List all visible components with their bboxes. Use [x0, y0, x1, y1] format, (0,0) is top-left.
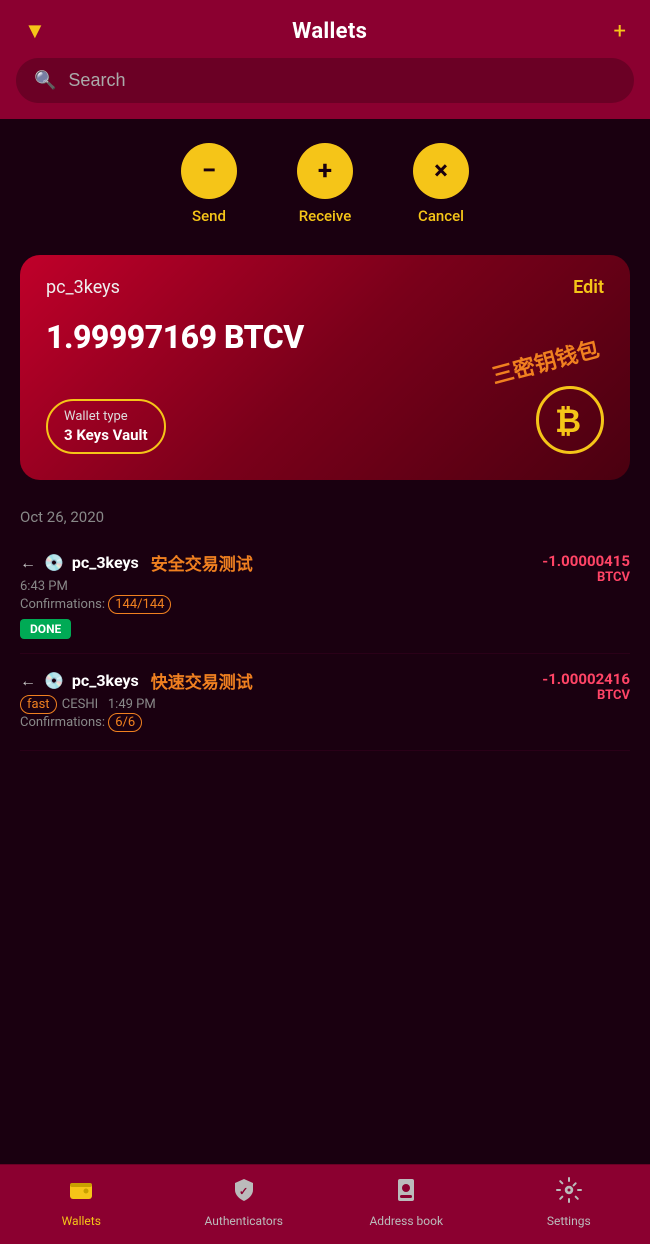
- nav-item-address-book[interactable]: Address book: [366, 1177, 446, 1228]
- card-wallet-name: pc_3keys: [46, 277, 120, 298]
- tx-wallet-name: pc_3keys: [72, 553, 139, 572]
- card-type-box: Wallet type 3 Keys Vault: [46, 399, 166, 454]
- cancel-button[interactable]: × Cancel: [413, 143, 469, 225]
- tx-amount-section-2: -1.00002416 BTCV: [542, 668, 630, 703]
- wallet-icon: 💿: [44, 671, 64, 690]
- edit-wallet-button[interactable]: Edit: [573, 277, 604, 298]
- tx-currency-1: BTCV: [542, 570, 630, 585]
- search-icon: 🔍: [34, 70, 56, 91]
- card-balance: 1.99997169 BTCV: [46, 318, 604, 356]
- tx-currency-2: BTCV: [542, 688, 630, 703]
- receive-label: Receive: [299, 207, 352, 225]
- send-button[interactable]: − Send: [181, 143, 237, 225]
- tx-annotation-cn-1: 安全交易测试: [151, 550, 253, 575]
- tx-confirmations-1: Confirmations: 144/144: [20, 597, 542, 612]
- search-input[interactable]: [68, 70, 616, 91]
- nav-item-wallets[interactable]: Wallets: [41, 1177, 121, 1228]
- actions-row: − Send + Receive × Cancel: [0, 119, 650, 245]
- tx-direction-icon: ←: [20, 671, 36, 691]
- svg-text:✓: ✓: [239, 1185, 248, 1198]
- card-type-value: 3 Keys Vault: [64, 426, 148, 444]
- send-icon-circle: −: [181, 143, 237, 199]
- add-icon[interactable]: +: [614, 19, 626, 44]
- receive-icon-circle: +: [297, 143, 353, 199]
- cancel-label: Cancel: [418, 207, 464, 225]
- tx-confirmations-2: Confirmations: 6/6: [20, 715, 542, 730]
- tx-label2: CESHI: [62, 697, 98, 712]
- authenticators-icon: ✓: [231, 1177, 257, 1209]
- date-separator: Oct 26, 2020: [0, 504, 650, 536]
- table-row[interactable]: ← 💿 pc_3keys 快速交易测试 fast CESHI 1:49 PM C…: [20, 654, 630, 751]
- tx-amount-2: -1.00002416: [542, 670, 630, 688]
- wallet-card[interactable]: pc_3keys Edit 1.99997169 BTCV 三密钥钱包 Wall…: [20, 255, 630, 480]
- tx-time-1: 6:43 PM: [20, 579, 542, 594]
- tx-amount-section-1: -1.00000415 BTCV: [542, 550, 630, 585]
- btc-logo-icon: ₿: [536, 386, 604, 454]
- wallet-icon: 💿: [44, 553, 64, 572]
- wallets-icon: [68, 1177, 94, 1209]
- fast-label: fast: [20, 695, 57, 714]
- table-row[interactable]: ← 💿 pc_3keys 安全交易测试 6:43 PM Confirmation…: [20, 536, 630, 654]
- send-label: Send: [192, 207, 226, 225]
- nav-label-authenticators: Authenticators: [205, 1214, 283, 1228]
- bottom-navigation: Wallets ✓ Authenticators Address book: [0, 1164, 650, 1244]
- nav-label-settings: Settings: [547, 1214, 591, 1228]
- svg-text:₿: ₿: [555, 403, 581, 439]
- tx-annotation-cn-2: 快速交易测试: [151, 668, 253, 693]
- transaction-list: ← 💿 pc_3keys 安全交易测试 6:43 PM Confirmation…: [0, 536, 650, 751]
- settings-icon: [556, 1177, 582, 1209]
- tx-time-2: fast CESHI 1:49 PM: [20, 697, 542, 712]
- tx-wallet-name: pc_3keys: [72, 671, 139, 690]
- nav-item-authenticators[interactable]: ✓ Authenticators: [204, 1177, 284, 1228]
- tx-status-badge-1: DONE: [20, 619, 71, 639]
- confirmations-value-2: 6/6: [108, 713, 142, 732]
- address-book-icon: [393, 1177, 419, 1209]
- wallet-card-section: pc_3keys Edit 1.99997169 BTCV 三密钥钱包 Wall…: [0, 245, 650, 504]
- nav-label-wallets: Wallets: [62, 1214, 101, 1228]
- tx-direction-icon: ←: [20, 553, 36, 573]
- header: ▼ Wallets +: [0, 0, 650, 58]
- search-bar: 🔍: [0, 58, 650, 119]
- page-title: Wallets: [292, 19, 367, 44]
- receive-button[interactable]: + Receive: [297, 143, 353, 225]
- tx-amount-1: -1.00000415: [542, 552, 630, 570]
- nav-item-settings[interactable]: Settings: [529, 1177, 609, 1228]
- nav-label-address-book: Address book: [369, 1214, 443, 1228]
- card-type-label: Wallet type: [64, 409, 148, 424]
- confirmations-value-1: 144/144: [108, 595, 171, 614]
- cancel-icon-circle: ×: [413, 143, 469, 199]
- filter-icon[interactable]: ▼: [24, 18, 46, 44]
